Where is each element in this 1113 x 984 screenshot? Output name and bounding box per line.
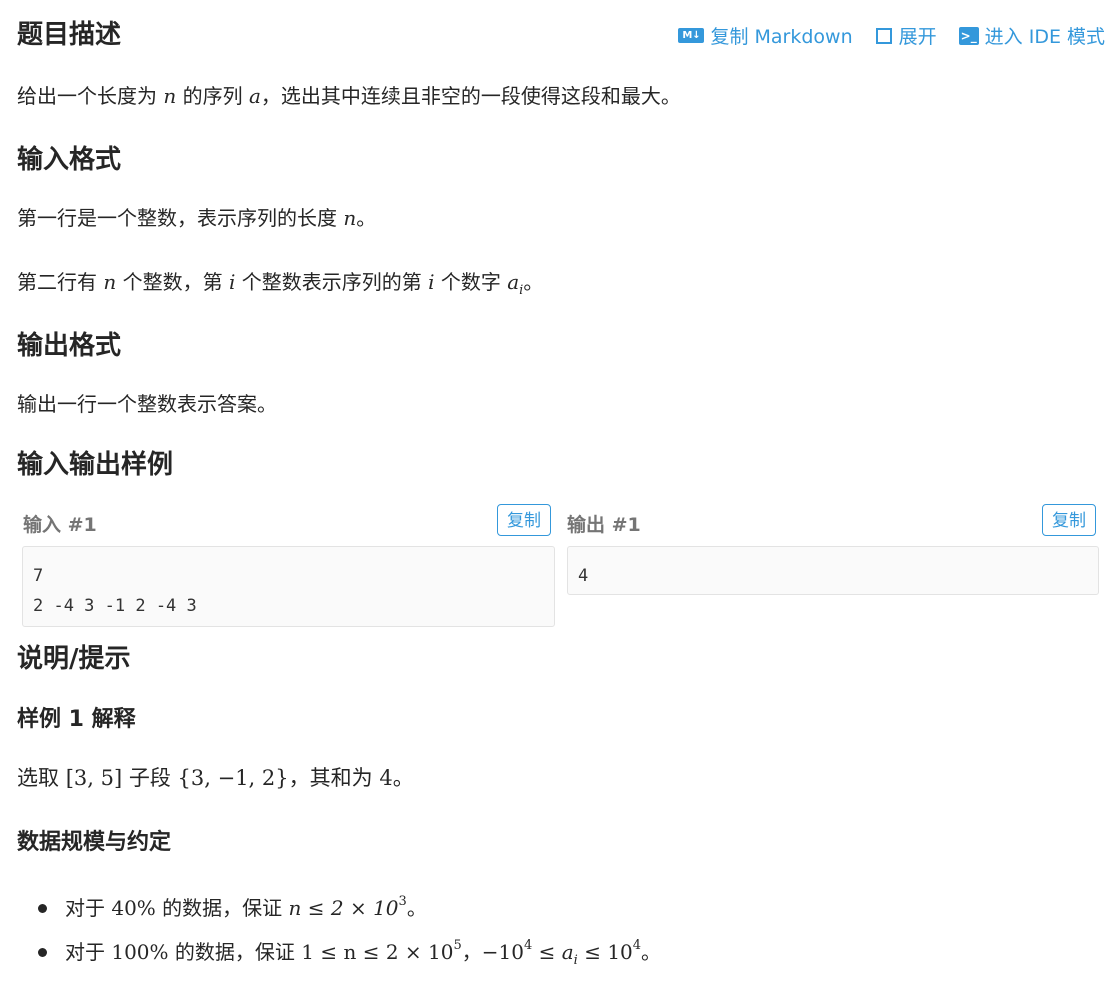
input-format-heading: 输入格式	[17, 145, 122, 175]
markdown-icon: M↓	[678, 28, 705, 43]
input-format-line1: 第一行是一个整数，表示序列的长度 n。	[17, 206, 377, 230]
copy-markdown-button[interactable]: M↓ 复制 Markdown	[678, 22, 853, 49]
sample-explain-heading: 样例 1 解释	[17, 707, 136, 732]
expand-label: 展开	[898, 26, 937, 48]
notes-heading: 说明/提示	[17, 644, 131, 674]
problem-page: 题目描述 M↓ 复制 Markdown 展开 >_ 进入 IDE 模式 给出一个…	[0, 0, 1113, 984]
sample-explain-text: 选取 [3, 5] 子段 {3, −1, 2}，其和为 4。	[17, 766, 414, 790]
input-format-line2: 第二行有 n 个整数，第 i 个整数表示序列的第 i 个数字 ai。	[17, 270, 544, 298]
terminal-icon: >_	[958, 26, 979, 45]
output-format-line: 输出一行一个整数表示答案。	[17, 392, 277, 416]
copy-output-button[interactable]: 复制	[1042, 504, 1096, 536]
list-item: 对于 100% 的数据，保证 1 ≤ n ≤ 2 × 105，−104 ≤ ai…	[17, 932, 661, 976]
sample-input-label: 输入 #1	[23, 514, 97, 536]
sample-output-code: 4	[567, 546, 1099, 595]
list-item: 对于 40% 的数据，保证 n ≤ 2 × 103。	[17, 888, 661, 932]
expand-button[interactable]: 展开	[875, 22, 937, 49]
copy-input-button[interactable]: 复制	[497, 504, 551, 536]
ide-mode-label: 进入 IDE 模式	[984, 26, 1105, 48]
copy-markdown-label: 复制 Markdown	[710, 26, 853, 48]
output-format-heading: 输出格式	[17, 331, 122, 361]
page-title: 题目描述	[17, 20, 122, 50]
ide-mode-button[interactable]: >_ 进入 IDE 模式	[958, 22, 1105, 49]
sample-output-label: 输出 #1	[567, 514, 641, 536]
expand-icon	[875, 27, 893, 45]
header-actions: M↓ 复制 Markdown 展开 >_ 进入 IDE 模式	[678, 22, 1105, 49]
description-text: 给出一个长度为 n 的序列 a，选出其中连续且非空的一段使得这段和最大。	[17, 84, 681, 108]
samples-heading: 输入输出样例	[17, 450, 174, 480]
limits-heading: 数据规模与约定	[17, 830, 172, 855]
limits-list: 对于 40% 的数据，保证 n ≤ 2 × 103。 对于 100% 的数据，保…	[17, 888, 661, 976]
sample-input-code: 7 2 -4 3 -1 2 -4 3	[22, 546, 555, 627]
